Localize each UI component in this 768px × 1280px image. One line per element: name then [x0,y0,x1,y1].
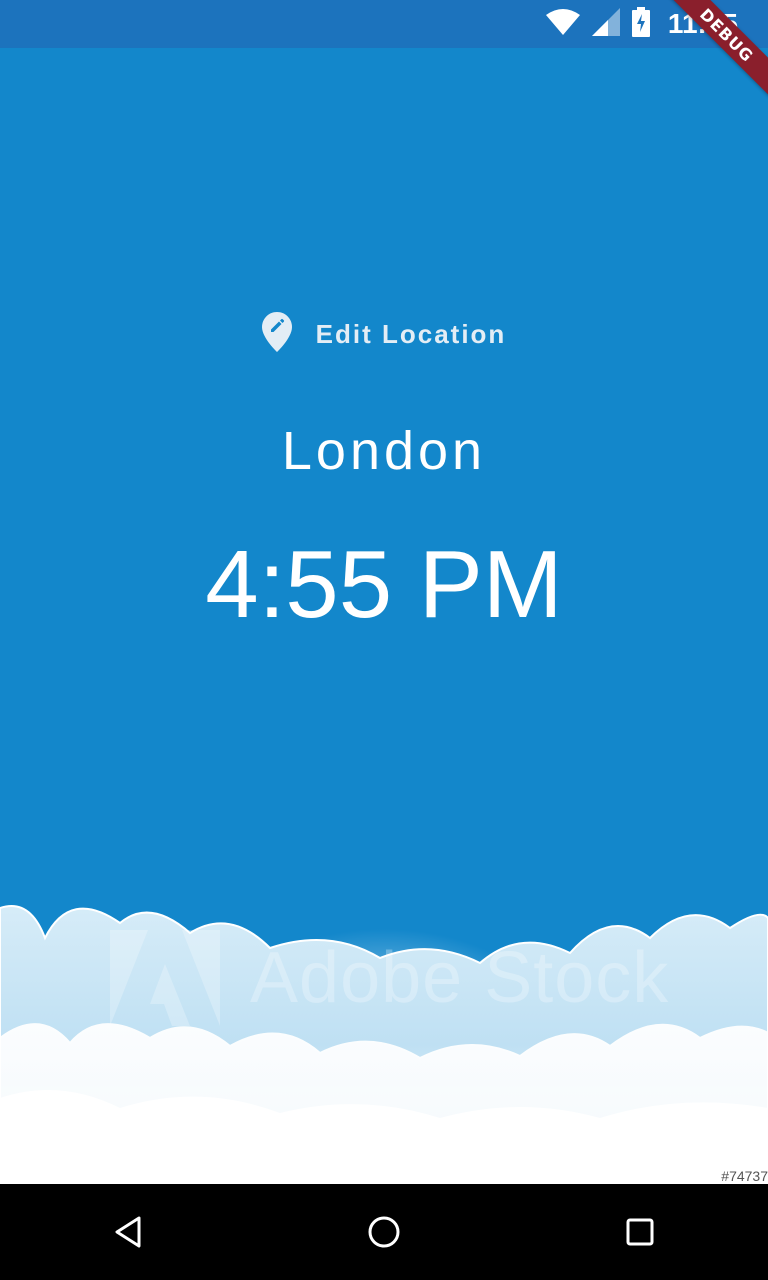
navigation-bar [0,1184,768,1280]
stock-watermark: Adobe Stock [110,930,669,1026]
back-icon [115,1216,141,1248]
status-bar: 11:55 [0,0,768,48]
app-body: Adobe Stock #74737 Edit Location London … [0,48,768,1184]
watermark-text: Adobe Stock [250,938,670,1018]
edit-location-label: Edit Location [315,319,507,349]
edit-location-icon [261,312,292,357]
adobe-logo-icon [110,930,220,1026]
clouds-illustration [0,905,768,1184]
phone-screen: 11:55 DEBUG [0,0,768,1280]
city-name: London [281,421,487,481]
edit-location-button[interactable]: Edit Location [0,312,768,357]
local-time: 4:55 PM [205,531,563,638]
home-button[interactable] [344,1192,424,1272]
battery-charging-icon [631,6,650,42]
cell-signal-icon [591,7,620,41]
recents-icon [626,1218,654,1246]
recents-button[interactable] [600,1192,680,1272]
image-id-text: #74737 [721,1168,768,1184]
wifi-icon [545,8,580,40]
home-icon [368,1216,400,1248]
back-button[interactable] [88,1192,168,1272]
